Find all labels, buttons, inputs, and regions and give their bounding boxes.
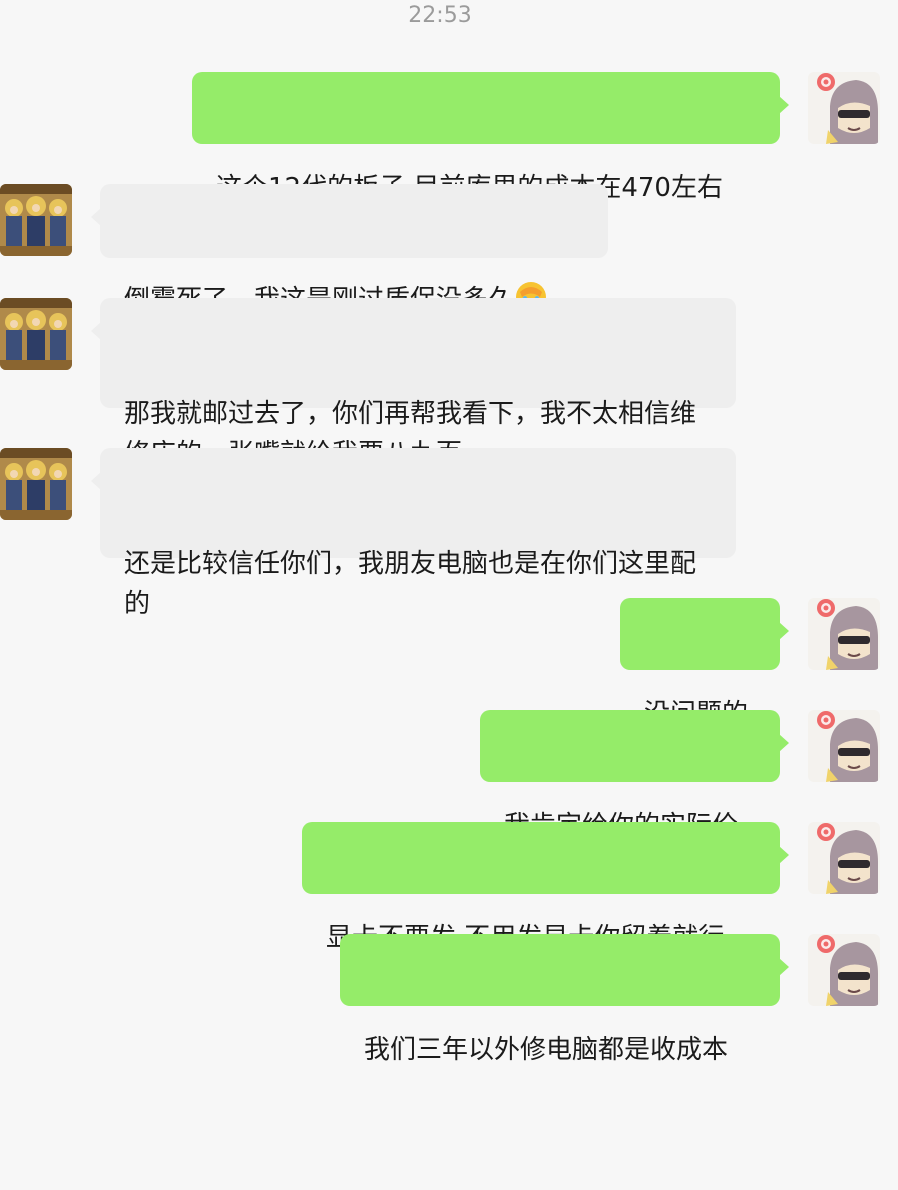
message-timestamp: 22:53 [408,3,472,28]
self-avatar[interactable] [808,72,880,144]
contact-avatar[interactable] [0,184,72,256]
self-avatar[interactable] [808,934,880,1006]
religious-painting-avatar-icon [0,448,72,520]
religious-painting-avatar-icon [0,298,72,370]
religious-painting-avatar-icon [0,184,72,256]
contact-avatar[interactable] [0,298,72,370]
anime-character-avatar-icon [808,822,880,894]
message-bubble-outgoing[interactable]: 显卡不要发 不用发显卡你留着就行 [302,822,789,953]
message-text: 我们三年以外修电脑都是收成本 [364,1035,729,1065]
message-bubble-incoming[interactable]: 那我就邮过去了，你们再帮我看下，我不太相信维修店的，张嘴就给我要八九百 [91,298,736,469]
anime-character-avatar-icon [808,710,880,782]
anime-character-avatar-icon [808,598,880,670]
anime-character-avatar-icon [808,934,880,1006]
contact-avatar[interactable] [0,448,72,520]
self-avatar[interactable] [808,822,880,894]
anime-character-avatar-icon [808,72,880,144]
message-bubble-outgoing[interactable]: 我肯定给你的实际价 [480,710,789,841]
message-bubble-outgoing[interactable]: 这个12代的板子 目前库里的成本在470左右 [192,72,789,203]
message-bubble-incoming[interactable]: 倒霉死了，我这是刚过质保没多久 [91,184,608,315]
message-bubble-incoming[interactable]: 还是比较信任你们，我朋友电脑也是在你们这里配的 [91,448,736,619]
self-avatar[interactable] [808,710,880,782]
message-bubble-outgoing[interactable]: 没问题的 [620,598,789,729]
message-bubble-outgoing[interactable]: 我们三年以外修电脑都是收成本 [340,934,789,1065]
self-avatar[interactable] [808,598,880,670]
